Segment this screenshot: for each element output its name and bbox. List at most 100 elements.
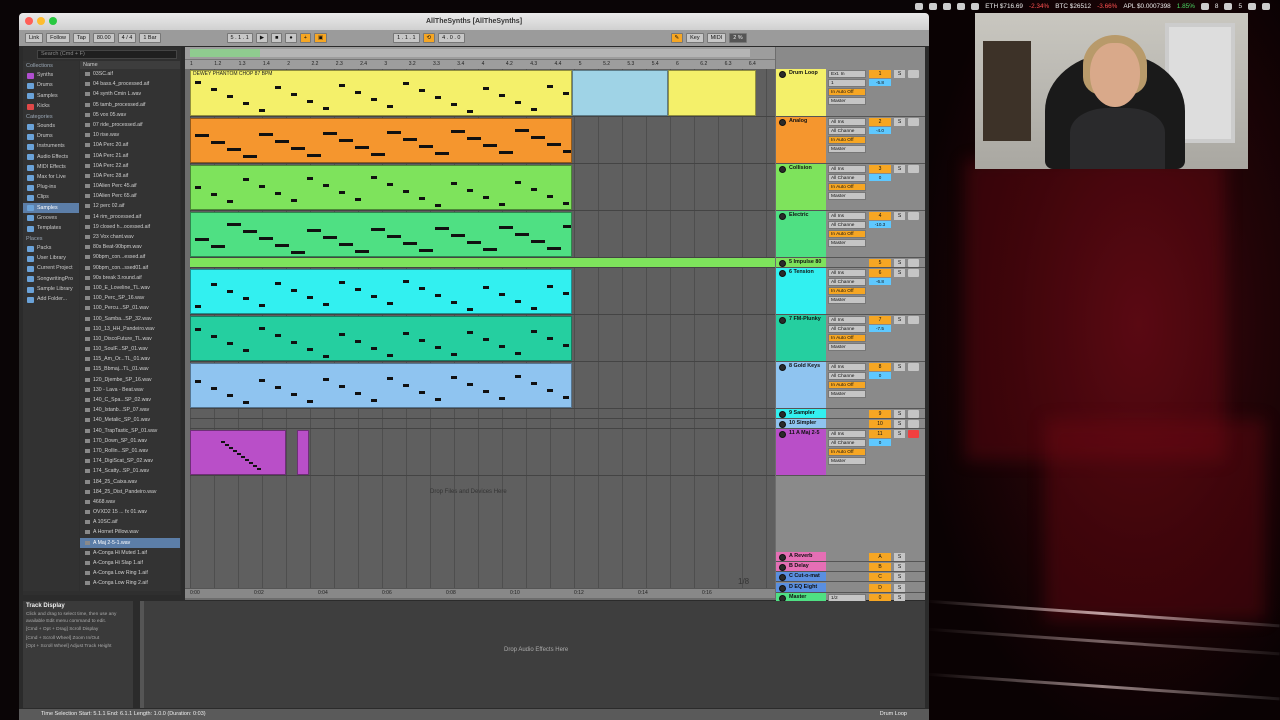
device-view[interactable]: Drop Audio Effects Here bbox=[140, 601, 925, 708]
track-activator-icon[interactable] bbox=[779, 421, 786, 428]
key-map-button[interactable]: Key bbox=[686, 33, 704, 43]
track-activator-button[interactable]: 11 bbox=[869, 430, 891, 438]
file-item[interactable]: 4668.wav bbox=[80, 497, 180, 507]
file-item[interactable]: 110_SoulF...SP_01.wav bbox=[80, 344, 180, 354]
solo-button[interactable]: S bbox=[894, 269, 905, 277]
loop-start-field[interactable]: 1 . 1 . 1 bbox=[393, 33, 420, 43]
arm-button[interactable] bbox=[908, 316, 919, 324]
place-item[interactable]: Sample Library bbox=[23, 285, 79, 295]
file-item[interactable]: 04 synth Cmin L.wav bbox=[80, 89, 180, 99]
close-icon[interactable] bbox=[25, 17, 33, 25]
track-lane[interactable] bbox=[190, 117, 775, 164]
clip[interactable] bbox=[572, 70, 668, 116]
io-chooser[interactable]: In Auto Off bbox=[828, 136, 866, 144]
volume-field[interactable]: 0 bbox=[869, 439, 891, 446]
category-item[interactable]: Sounds bbox=[23, 122, 79, 132]
track-activator-icon[interactable] bbox=[779, 119, 786, 126]
io-chooser[interactable]: All Ins bbox=[828, 212, 866, 220]
notification-icon[interactable] bbox=[971, 2, 980, 10]
clip[interactable] bbox=[297, 430, 309, 475]
track-header[interactable]: 5 Impulse 80 5 S bbox=[776, 258, 925, 268]
collection-item[interactable]: Kicks bbox=[23, 102, 79, 112]
time-ruler[interactable]: 0:00 0:02 0:04 0:06 0:08 0:10 0:12 0:14 0:16 bbox=[185, 588, 775, 598]
track-activator-icon[interactable] bbox=[779, 270, 786, 277]
io-chooser[interactable]: All Ins bbox=[828, 269, 866, 277]
file-item[interactable]: 130 - Lava - Beat.wav bbox=[80, 385, 180, 395]
category-item[interactable]: Drums bbox=[23, 132, 79, 142]
track-activator-button[interactable]: 9 bbox=[869, 410, 891, 418]
category-item[interactable]: Max for Live bbox=[23, 173, 79, 183]
io-chooser[interactable]: All Ins bbox=[828, 430, 866, 438]
track-lane[interactable] bbox=[190, 164, 775, 211]
mail-icon[interactable] bbox=[1200, 2, 1209, 10]
track-activator-icon[interactable] bbox=[779, 166, 786, 173]
volume-field[interactable]: 0 bbox=[869, 372, 891, 379]
solo-button[interactable]: S bbox=[894, 553, 905, 561]
track-lane[interactable] bbox=[190, 211, 775, 258]
file-item[interactable]: 03SC.aif bbox=[80, 69, 180, 79]
file-item[interactable]: 140_C_Spa...SP_02.wav bbox=[80, 395, 180, 405]
return-track-header[interactable]: D EQ Eight D S bbox=[776, 582, 925, 593]
arm-button[interactable] bbox=[908, 363, 919, 371]
return-track-header[interactable]: A Reverb A S bbox=[776, 552, 925, 562]
track-lane[interactable] bbox=[190, 419, 775, 429]
minimize-icon[interactable] bbox=[37, 17, 45, 25]
io-chooser[interactable]: In Auto Off bbox=[828, 287, 866, 295]
track-name[interactable]: 11 A Maj 2-5 bbox=[776, 429, 826, 475]
automation-arm-icon[interactable]: ▣ bbox=[313, 33, 328, 43]
track-name[interactable]: 7 FM-Plunky bbox=[776, 315, 826, 361]
control-center-icon[interactable] bbox=[1262, 2, 1270, 10]
track-name[interactable]: Electric bbox=[776, 211, 826, 257]
track-lane[interactable] bbox=[190, 315, 775, 362]
file-item[interactable]: A Maj 2-5-1.wav bbox=[80, 537, 180, 548]
io-chooser[interactable]: All Channe bbox=[828, 372, 866, 380]
arm-button[interactable] bbox=[908, 259, 919, 267]
collection-item[interactable]: Synths bbox=[23, 71, 79, 81]
file-item[interactable]: 115_Bbmaj...TL_01.wav bbox=[80, 364, 180, 374]
category-item[interactable]: MIDI Effects bbox=[23, 163, 79, 173]
clip[interactable] bbox=[668, 70, 756, 116]
file-item[interactable]: 90bpm_con...essed.aif bbox=[80, 252, 180, 262]
loop-length-field[interactable]: 4 . 0 . 0 bbox=[438, 33, 465, 43]
camera-icon[interactable] bbox=[929, 2, 938, 10]
track-activator-button[interactable]: 3 bbox=[869, 165, 891, 173]
arm-button[interactable] bbox=[908, 212, 919, 220]
arm-button[interactable] bbox=[908, 430, 919, 438]
track-activator-icon[interactable] bbox=[779, 574, 786, 582]
io-chooser[interactable]: Master bbox=[828, 343, 866, 351]
file-item[interactable]: 184_25_Caixa.wav bbox=[80, 477, 180, 487]
track-activator-icon[interactable] bbox=[779, 431, 786, 438]
place-item[interactable]: Packs bbox=[23, 244, 79, 254]
track-header[interactable]: 10 Simpler 10 S bbox=[776, 419, 925, 429]
file-item[interactable]: OVXD2 15 ... fx 01.wav bbox=[80, 507, 180, 517]
file-item[interactable]: 14 rim_processed.aif bbox=[80, 212, 180, 222]
io-chooser[interactable]: Master bbox=[828, 296, 866, 304]
name-column-header[interactable]: Name bbox=[80, 61, 180, 69]
place-item[interactable]: User Library bbox=[23, 254, 79, 264]
file-item[interactable]: 05 vox 05.wav bbox=[80, 110, 180, 120]
solo-button[interactable]: S bbox=[894, 165, 905, 173]
arm-button[interactable] bbox=[908, 269, 919, 277]
follow-button[interactable]: Follow bbox=[46, 33, 70, 43]
tap-button[interactable]: Tap bbox=[73, 33, 90, 43]
clip[interactable]: DEWEY PHANTOM CHOP 87 BPM bbox=[190, 70, 572, 116]
track-name[interactable]: 9 Sampler bbox=[776, 409, 826, 418]
return-track-name[interactable]: C Cut-o-mat bbox=[776, 572, 826, 582]
file-item[interactable]: 110_DiscoFuture_TL.wav bbox=[80, 334, 180, 344]
file-item[interactable]: 90bpm_con...ssed01.aif bbox=[80, 263, 180, 273]
track-lane[interactable] bbox=[190, 268, 775, 315]
return-activator-button[interactable]: D bbox=[869, 583, 891, 592]
file-item[interactable]: 12 perc 02.aif bbox=[80, 201, 180, 211]
file-item[interactable]: 115_Am_Or...TL_01.wav bbox=[80, 354, 180, 364]
track-activator-button[interactable]: 10 bbox=[869, 420, 891, 428]
return-track-name[interactable]: A Reverb bbox=[776, 552, 826, 561]
browser-search-input[interactable]: Search (Cmd + F) bbox=[37, 50, 177, 59]
file-item[interactable]: A 10SC.aif bbox=[80, 517, 180, 527]
track-header[interactable]: Analog All Ins All Channe In Auto Off Master… bbox=[776, 117, 925, 164]
cast-icon[interactable] bbox=[943, 2, 952, 10]
file-item[interactable]: 184_25_Dist_Pandeiro.wav bbox=[80, 487, 180, 497]
file-item[interactable]: 140_TrapTastic_SP_01.wav bbox=[80, 426, 180, 436]
file-item[interactable]: 04 bass.4_processed.aif bbox=[80, 79, 180, 89]
return-track-header[interactable]: C Cut-o-mat C S bbox=[776, 572, 925, 583]
file-item[interactable]: 140_Istanb...SP_07.wav bbox=[80, 405, 180, 415]
